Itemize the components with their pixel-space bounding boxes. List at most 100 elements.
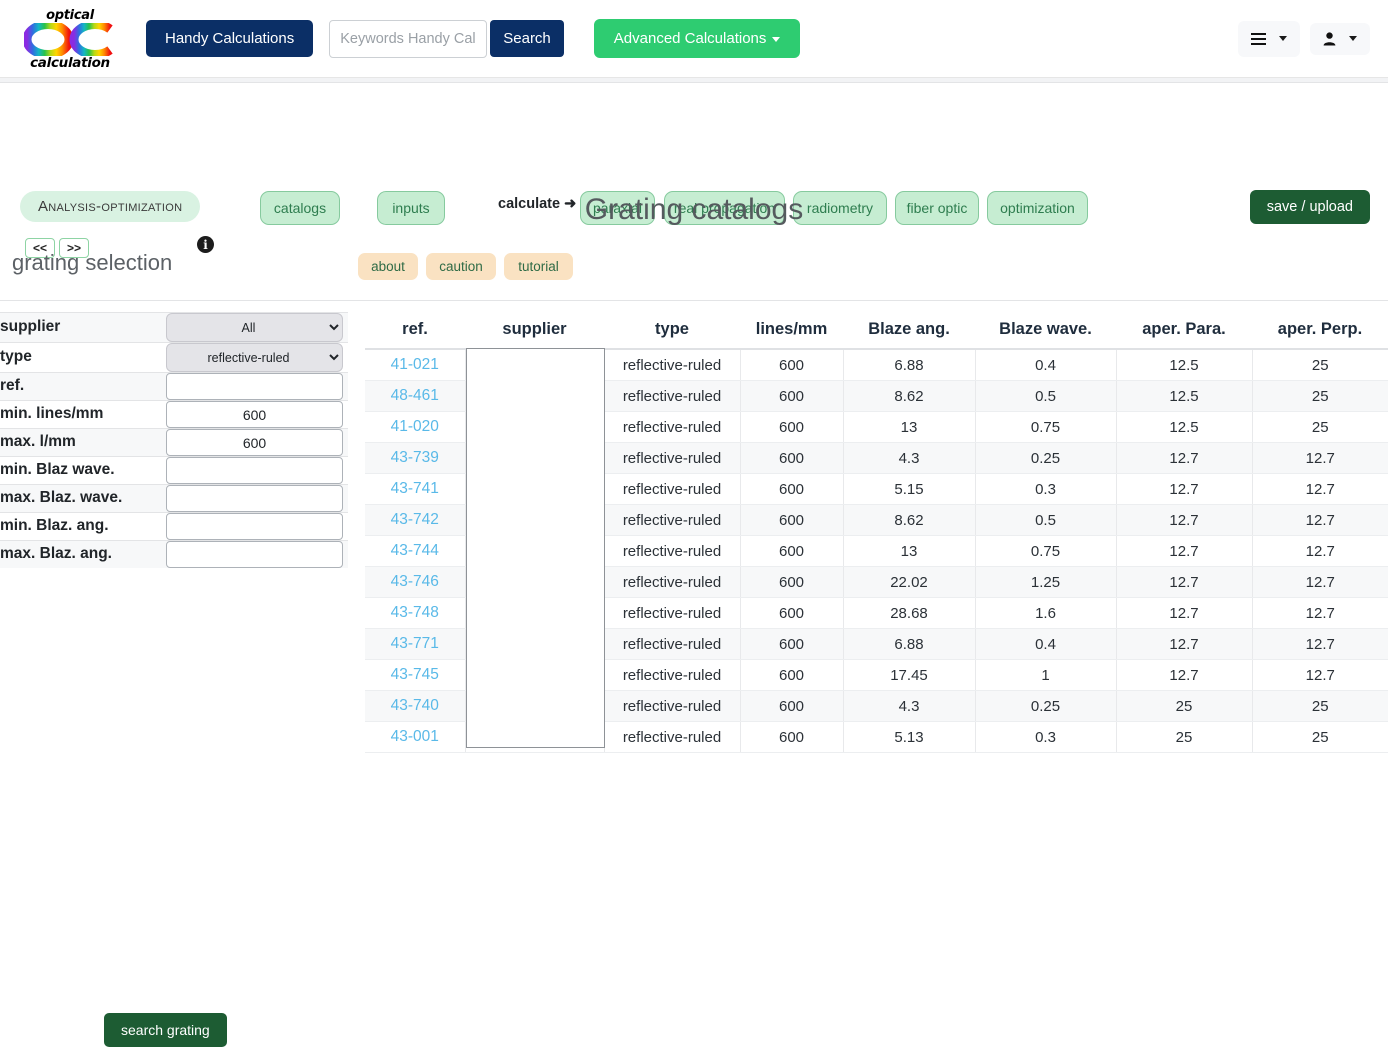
filter-label: max. Blaz. wave. bbox=[0, 485, 166, 513]
cell-lines-mm: 600 bbox=[740, 443, 843, 474]
cell-ref: 43-771 bbox=[365, 629, 465, 660]
filter-row: max. Blaz. ang. bbox=[0, 541, 348, 569]
logo-bottom-text: calculation bbox=[22, 55, 118, 71]
column-header: lines/mm bbox=[740, 312, 843, 349]
cell-aper-perp: 12.7 bbox=[1252, 536, 1388, 567]
tag-caution[interactable]: caution bbox=[426, 253, 496, 280]
filter-select-supplier[interactable]: All bbox=[166, 313, 343, 342]
cell-blaze-ang: 4.3 bbox=[843, 443, 975, 474]
filter-input-minlines/mm[interactable] bbox=[166, 401, 343, 428]
cell-blaze-wave: 0.3 bbox=[975, 474, 1116, 505]
cell-type: reflective-ruled bbox=[604, 412, 740, 443]
cell-ref: 48-461 bbox=[365, 381, 465, 412]
cell-lines-mm: 600 bbox=[740, 567, 843, 598]
filter-label: min. lines/mm bbox=[0, 401, 166, 429]
grating-ref-link[interactable]: 43-739 bbox=[391, 449, 439, 466]
cell-aper-para: 12.7 bbox=[1116, 629, 1252, 660]
cell-blaze-ang: 8.62 bbox=[843, 381, 975, 412]
selection-title: grating selection bbox=[12, 250, 172, 276]
cell-blaze-wave: 1 bbox=[975, 660, 1116, 691]
grating-ref-link[interactable]: 43-744 bbox=[391, 542, 439, 559]
filter-label: min. Blaz. ang. bbox=[0, 513, 166, 541]
filter-label: min. Blaz wave. bbox=[0, 457, 166, 485]
filter-control-cell bbox=[166, 373, 348, 401]
cell-lines-mm: 600 bbox=[740, 412, 843, 443]
divider bbox=[0, 300, 1388, 301]
page-title: Grating catalogs bbox=[0, 193, 1388, 227]
cell-blaze-wave: 0.4 bbox=[975, 629, 1116, 660]
cell-aper-perp: 25 bbox=[1252, 722, 1388, 753]
cell-blaze-wave: 0.3 bbox=[975, 722, 1116, 753]
grating-ref-link[interactable]: 43-771 bbox=[391, 635, 439, 652]
grating-ref-link[interactable]: 43-746 bbox=[391, 573, 439, 590]
supplier-image-panel bbox=[466, 348, 605, 748]
grating-ref-link[interactable]: 43-745 bbox=[391, 666, 439, 683]
cell-aper-para: 12.7 bbox=[1116, 598, 1252, 629]
section-toolbar: Analysis-optimization << >> i catalogs i… bbox=[0, 83, 1388, 175]
grating-ref-link[interactable]: 43-740 bbox=[391, 697, 439, 714]
cell-lines-mm: 600 bbox=[740, 505, 843, 536]
filter-input-ref[interactable] bbox=[166, 373, 343, 400]
user-dropdown-button[interactable] bbox=[1310, 23, 1370, 55]
cell-lines-mm: 600 bbox=[740, 722, 843, 753]
cell-type: reflective-ruled bbox=[604, 536, 740, 567]
cell-blaze-wave: 1.6 bbox=[975, 598, 1116, 629]
grating-ref-link[interactable]: 43-748 bbox=[391, 604, 439, 621]
cell-aper-perp: 12.7 bbox=[1252, 660, 1388, 691]
cell-aper-para: 25 bbox=[1116, 691, 1252, 722]
filter-control-cell bbox=[166, 485, 348, 513]
cell-blaze-wave: 0.75 bbox=[975, 536, 1116, 567]
cell-type: reflective-ruled bbox=[604, 629, 740, 660]
cell-aper-para: 12.7 bbox=[1116, 536, 1252, 567]
advanced-calculations-button[interactable]: Advanced Calculations bbox=[594, 19, 801, 58]
cell-blaze-wave: 0.5 bbox=[975, 381, 1116, 412]
grating-ref-link[interactable]: 43-742 bbox=[391, 511, 439, 528]
cell-aper-perp: 12.7 bbox=[1252, 474, 1388, 505]
search-button[interactable]: Search bbox=[490, 20, 564, 57]
filter-input-maxl/mm[interactable] bbox=[166, 429, 343, 456]
results-header-row: ref.suppliertypelines/mmBlaze ang.Blaze … bbox=[365, 312, 1388, 349]
cell-lines-mm: 600 bbox=[740, 536, 843, 567]
search-grating-button[interactable]: search grating bbox=[104, 1013, 227, 1047]
cell-lines-mm: 600 bbox=[740, 349, 843, 381]
cell-type: reflective-ruled bbox=[604, 349, 740, 381]
filter-row: min. Blaz wave. bbox=[0, 457, 348, 485]
filter-row: min. lines/mm bbox=[0, 401, 348, 429]
cell-type: reflective-ruled bbox=[604, 691, 740, 722]
filter-label: supplier bbox=[0, 313, 166, 343]
cell-aper-para: 12.7 bbox=[1116, 567, 1252, 598]
cell-blaze-ang: 8.62 bbox=[843, 505, 975, 536]
grating-results: ref.suppliertypelines/mmBlaze ang.Blaze … bbox=[365, 312, 1388, 753]
filter-row: max. Blaz. wave. bbox=[0, 485, 348, 513]
column-header: aper. Para. bbox=[1116, 312, 1252, 349]
filter-input-minblazang[interactable] bbox=[166, 513, 343, 540]
cell-ref: 43-745 bbox=[365, 660, 465, 691]
grating-ref-link[interactable]: 43-741 bbox=[391, 480, 439, 497]
filter-input-minblazwave[interactable] bbox=[166, 457, 343, 484]
cell-lines-mm: 600 bbox=[740, 474, 843, 505]
menu-dropdown-button[interactable] bbox=[1238, 21, 1300, 57]
grating-ref-link[interactable]: 41-020 bbox=[391, 418, 439, 435]
cell-type: reflective-ruled bbox=[604, 660, 740, 691]
search-input[interactable] bbox=[329, 20, 487, 58]
cell-ref: 43-748 bbox=[365, 598, 465, 629]
site-logo[interactable]: optical calculation bbox=[22, 8, 118, 70]
handy-calculations-button[interactable]: Handy Calculations bbox=[146, 20, 313, 57]
oc-monogram-icon bbox=[24, 23, 116, 56]
cell-aper-perp: 12.7 bbox=[1252, 567, 1388, 598]
hamburger-icon bbox=[1251, 30, 1266, 48]
chevron-down-icon bbox=[772, 37, 780, 42]
cell-aper-perp: 12.7 bbox=[1252, 443, 1388, 474]
cell-type: reflective-ruled bbox=[604, 598, 740, 629]
filter-input-maxblazwave[interactable] bbox=[166, 485, 343, 512]
tag-about[interactable]: about bbox=[358, 253, 418, 280]
filter-input-maxblazang[interactable] bbox=[166, 541, 343, 568]
cell-aper-para: 12.5 bbox=[1116, 412, 1252, 443]
filter-control-cell: reflective-ruled bbox=[166, 343, 348, 373]
filter-select-type[interactable]: reflective-ruled bbox=[166, 343, 343, 372]
tag-tutorial[interactable]: tutorial bbox=[504, 253, 573, 280]
grating-ref-link[interactable]: 48-461 bbox=[391, 387, 439, 404]
cell-ref: 43-746 bbox=[365, 567, 465, 598]
filter-control-cell bbox=[166, 401, 348, 429]
grating-ref-link[interactable]: 41-021 bbox=[391, 356, 439, 373]
